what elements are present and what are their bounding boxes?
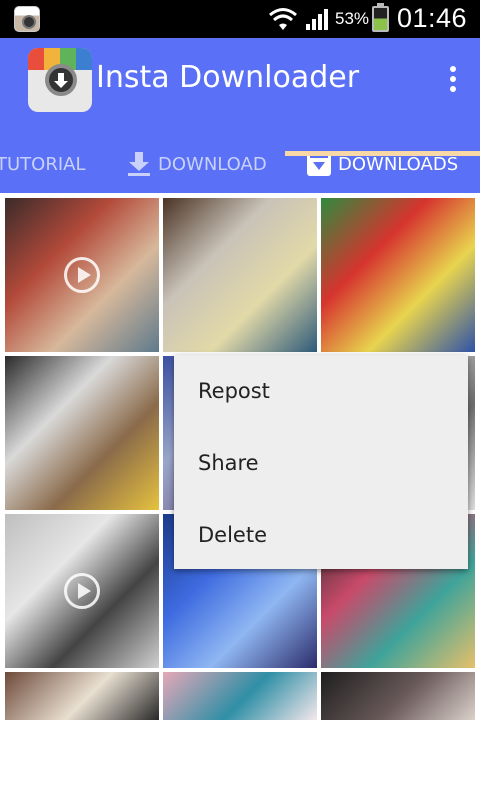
battery-icon [372,3,389,32]
app-logo-icon [28,48,92,112]
context-menu: Repost Share Delete [174,355,468,569]
clock: 01:46 [397,3,468,33]
status-bar: 53% 01:46 [0,0,480,38]
menu-item-share[interactable]: Share [174,427,468,499]
video-thumbnail[interactable] [5,198,159,352]
tab-download[interactable]: DOWNLOAD [126,135,267,193]
tab-downloads-label: DOWNLOADS [338,153,459,175]
video-thumbnail[interactable] [5,514,159,668]
tab-tutorial[interactable]: TUTORIAL [0,135,86,193]
app-notification-icon [14,6,40,32]
photo-thumbnail[interactable] [163,198,317,352]
tab-selected-indicator [285,151,480,156]
menu-item-repost[interactable]: Repost [174,355,468,427]
menu-item-delete[interactable]: Delete [174,499,468,571]
app-title: Insta Downloader [96,60,360,95]
tab-downloads[interactable]: DOWNLOADS [306,135,458,193]
wifi-icon [269,8,297,30]
tab-bar: TUTORIAL DOWNLOAD DOWNLOADS [0,135,480,193]
download-arrow-icon [128,152,150,176]
photo-thumbnail[interactable] [321,198,475,352]
battery-percent: 53% [335,9,370,28]
play-icon [64,257,100,293]
app-bar: Insta Downloader TUTORIAL DOWNLOAD DOWNL… [0,38,480,193]
tab-download-label: DOWNLOAD [158,153,267,175]
photo-thumbnail[interactable] [163,672,317,720]
screen: 53% 01:46 Insta Downloader TUTORIAL DOWN… [0,0,480,800]
play-icon [64,573,100,609]
photo-thumbnail[interactable] [321,672,475,720]
photo-thumbnail[interactable] [5,356,159,510]
photo-thumbnail[interactable] [5,672,159,720]
signal-icon [306,9,328,30]
empty-area [0,720,480,800]
overflow-menu-icon[interactable] [440,62,466,96]
tab-tutorial-label: TUTORIAL [0,153,86,175]
